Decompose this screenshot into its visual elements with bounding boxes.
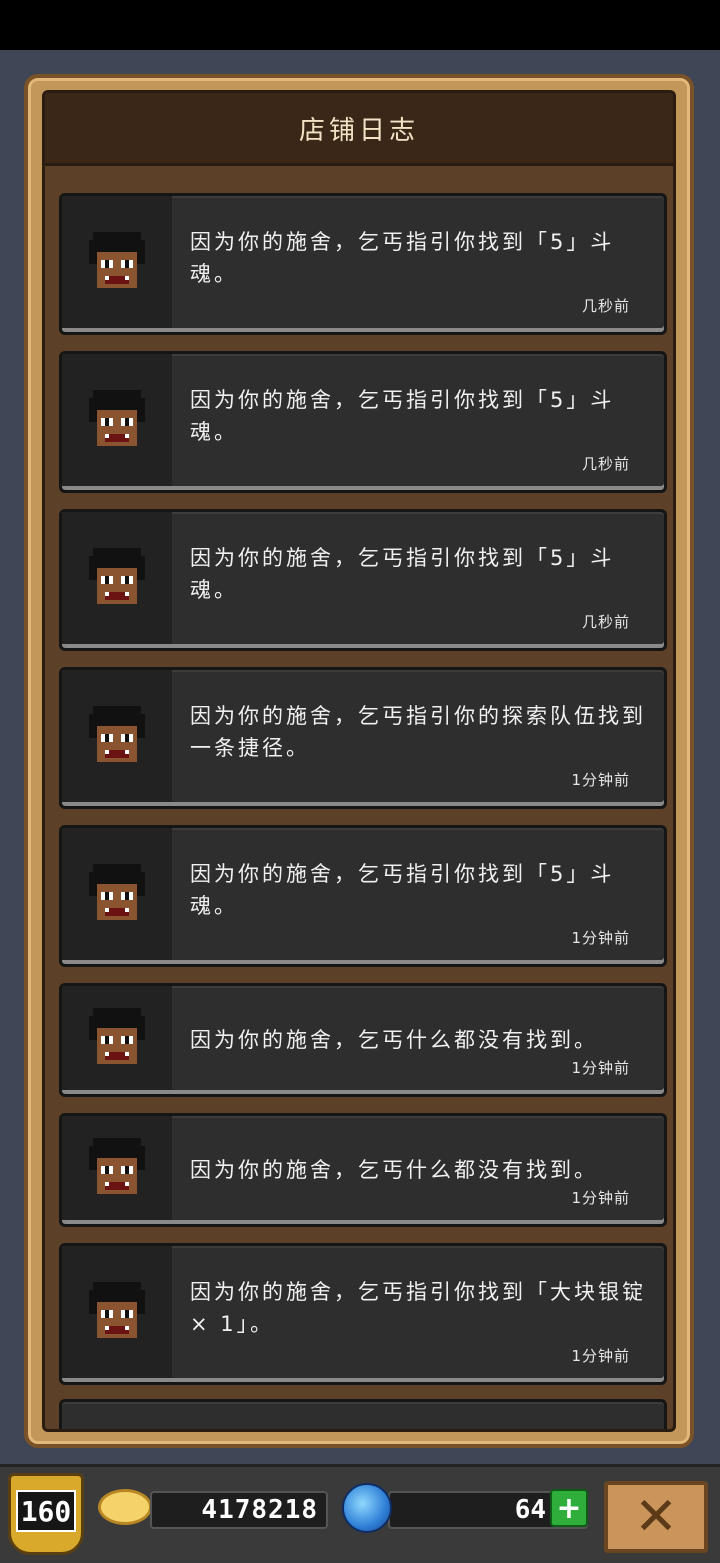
gold-coin-icon [98, 1489, 152, 1525]
panel-title: 店铺日志 [45, 93, 673, 166]
log-message: 因为你的施舍，乞丐什么都没有找到。 [190, 1028, 598, 1052]
log-entry: 因为你的施舍，乞丐指引你找到「5」斗魂。 1分钟前 [59, 825, 667, 967]
beggar-portrait-icon [62, 196, 172, 328]
beggar-portrait-icon [62, 670, 172, 802]
beggar-portrait-icon [62, 1246, 172, 1378]
log-time: 1分钟前 [571, 1059, 630, 1077]
log-time: 几秒前 [581, 455, 630, 473]
status-bar [0, 0, 720, 50]
log-message: 因为你的施舍，乞丐指引你的探索队伍找到一条捷径。 [190, 704, 646, 760]
log-entry: 因为你的施舍，乞丐指引你找到「大块银锭 × 1」。 1分钟前 [59, 1243, 667, 1385]
gold-amount: 4178218 [150, 1491, 328, 1529]
log-time: 1分钟前 [571, 929, 630, 947]
log-message: 因为你的施舍，乞丐指引你找到「5」斗魂。 [190, 546, 615, 602]
log-message: 因为你的施舍，乞丐指引你找到「5」斗魂。 [190, 230, 615, 286]
beggar-portrait-icon [62, 1116, 172, 1220]
shop-log-panel: 店铺日志 因为你的施舍，乞丐指引你找到「5」斗魂。 几秒前 因为你的施舍，乞丐指… [24, 74, 694, 1448]
log-message: 因为你的施舍，乞丐指引你找到「5」斗魂。 [190, 388, 615, 444]
log-message: 因为你的施舍，乞丐什么都没有找到。 [190, 1158, 598, 1182]
add-gems-button[interactable]: + [550, 1489, 588, 1527]
log-time: 1分钟前 [571, 1189, 630, 1207]
level-value: 160 [16, 1490, 76, 1532]
log-time: 几秒前 [581, 613, 630, 631]
log-entry-partial [59, 1399, 667, 1429]
log-entry: 因为你的施舍，乞丐什么都没有找到。 1分钟前 [59, 1113, 667, 1227]
blue-gem-icon [342, 1483, 392, 1533]
log-time: 1分钟前 [571, 771, 630, 789]
beggar-portrait-icon [62, 828, 172, 960]
log-entry: 因为你的施舍，乞丐指引你找到「5」斗魂。 几秒前 [59, 193, 667, 335]
log-entry: 因为你的施舍，乞丐指引你找到「5」斗魂。 几秒前 [59, 509, 667, 651]
close-button[interactable]: ✕ [604, 1481, 708, 1553]
log-entry: 因为你的施舍，乞丐指引你找到「5」斗魂。 几秒前 [59, 351, 667, 493]
log-message: 因为你的施舍，乞丐指引你找到「5」斗魂。 [190, 862, 615, 918]
currency-bar: 160 4178218 64 + ✕ [0, 1464, 720, 1563]
beggar-portrait-icon [62, 512, 172, 644]
level-badge[interactable]: 160 [8, 1473, 84, 1555]
log-list[interactable]: 因为你的施舍，乞丐指引你找到「5」斗魂。 几秒前 因为你的施舍，乞丐指引你找到「… [45, 167, 673, 1429]
beggar-portrait-icon [62, 354, 172, 486]
panel-inner: 店铺日志 因为你的施舍，乞丐指引你找到「5」斗魂。 几秒前 因为你的施舍，乞丐指… [42, 90, 676, 1432]
log-time: 1分钟前 [571, 1347, 630, 1365]
log-time: 几秒前 [581, 297, 630, 315]
log-entry: 因为你的施舍，乞丐指引你的探索队伍找到一条捷径。 1分钟前 [59, 667, 667, 809]
log-message: 因为你的施舍，乞丐指引你找到「大块银锭 × 1」。 [190, 1280, 646, 1336]
log-entry: 因为你的施舍，乞丐什么都没有找到。 1分钟前 [59, 983, 667, 1097]
beggar-portrait-icon [62, 986, 172, 1090]
